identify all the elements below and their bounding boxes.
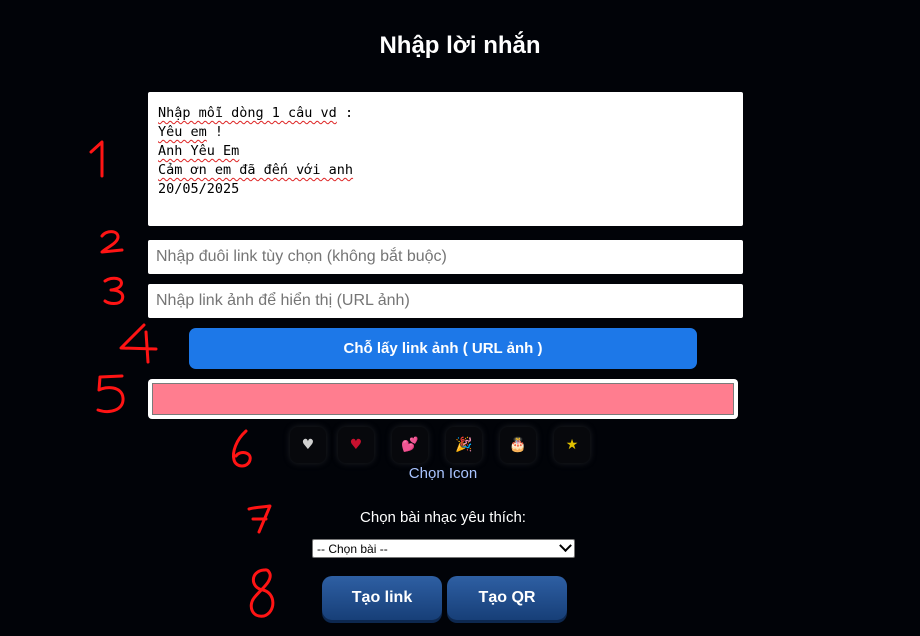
message-line: Anh Yêu Em <box>158 143 240 159</box>
party-popper-icon[interactable]: 🎉 <box>446 427 482 463</box>
red-heart-icon[interactable]: ♥ <box>338 427 374 463</box>
create-link-button[interactable]: Tạo link <box>322 576 442 620</box>
link-suffix-input[interactable]: Nhập đuôi link tùy chọn (không bắt buộc) <box>148 240 743 274</box>
annotation-numeral-7 <box>247 504 272 534</box>
song-select-value: -- Chọn bài -- <box>317 541 388 556</box>
message-line: 20/05/2025 <box>158 181 240 197</box>
image-url-placeholder: Nhập link ảnh để hiển thị (URL ảnh) <box>156 292 410 309</box>
annotation-numeral-4 <box>119 323 158 364</box>
annotation-numeral-8 <box>249 568 275 618</box>
message-line: Cảm ơn em đã đến với anh <box>158 162 354 178</box>
annotation-numeral-1 <box>89 140 104 178</box>
annotation-numeral-3 <box>103 276 125 305</box>
message-textarea[interactable]: Nhập mỗi dòng 1 câu vd : Yêu em ! Anh Yê… <box>148 92 743 226</box>
icon-picker: ♥ ♥ 💕 🎉 🎂 ★ <box>290 427 598 465</box>
annotation-numeral-6 <box>232 429 252 468</box>
music-label: Chọn bài nhạc yêu thích: <box>360 509 526 526</box>
white-heart-icon[interactable]: ♥ <box>290 427 326 463</box>
star-icon[interactable]: ★ <box>554 427 590 463</box>
color-picker[interactable] <box>148 379 738 419</box>
message-line: Yêu em ! <box>158 124 224 140</box>
annotation-numeral-2 <box>100 230 124 254</box>
icon-picker-label: Chọn Icon <box>408 465 478 482</box>
cake-icon[interactable]: 🎂 <box>500 427 536 463</box>
annotation-numeral-5 <box>96 374 125 413</box>
get-image-link-button[interactable]: Chỗ lấy link ảnh ( URL ảnh ) <box>189 328 697 369</box>
link-suffix-placeholder: Nhập đuôi link tùy chọn (không bắt buộc) <box>156 248 447 265</box>
page-title: Nhập lời nhắn <box>379 32 541 59</box>
image-url-input[interactable]: Nhập link ảnh để hiển thị (URL ảnh) <box>148 284 743 318</box>
two-hearts-icon[interactable]: 💕 <box>392 427 428 463</box>
message-line: Nhập mỗi dòng 1 câu vd : <box>158 105 354 121</box>
song-select[interactable]: -- Chọn bài -- <box>312 539 575 558</box>
chevron-down-icon <box>559 539 572 553</box>
color-swatch <box>152 383 734 415</box>
create-qr-button[interactable]: Tạo QR <box>447 576 567 620</box>
